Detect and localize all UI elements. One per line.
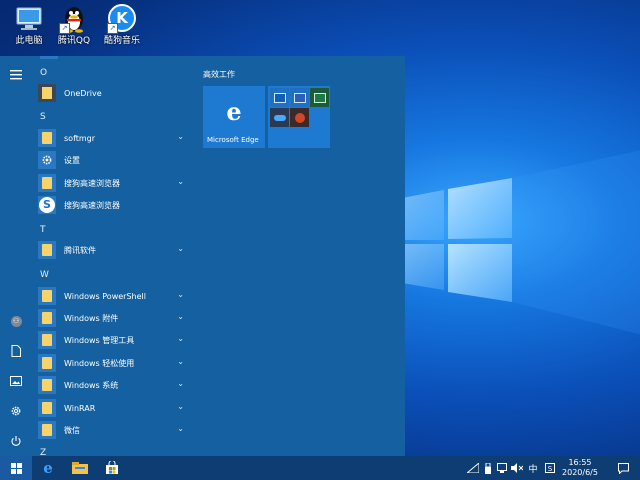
file-explorer-icon[interactable] (64, 456, 96, 480)
folder-icon (38, 399, 56, 417)
desktop-icon-kugou[interactable]: K ↗ 酷狗音乐 (93, 4, 151, 47)
notification-center-icon[interactable] (612, 456, 634, 480)
app-item-sogou-browser[interactable]: S 搜狗高速浏览器 (38, 195, 194, 215)
folder-icon (38, 354, 56, 372)
app-item-sogou-folder[interactable]: 搜狗高速浏览器 ⌄ (38, 173, 194, 193)
app-item-onedrive[interactable]: OneDrive (38, 83, 194, 103)
kugou-music-icon: K ↗ (106, 4, 138, 34)
app-item-windows-ease-of-access[interactable]: Windows 轻松使用 ⌄ (38, 353, 194, 373)
app-item-label: 搜狗高速浏览器 (64, 200, 120, 210)
app-item-windows-admin-tools[interactable]: Windows 管理工具 ⌄ (38, 330, 194, 350)
ime-indicator[interactable]: 中 (526, 456, 540, 480)
app-item-label: WinRAR (64, 403, 96, 413)
app-item-softmgr[interactable]: softmgr ⌄ (38, 128, 194, 148)
outlook-icon (270, 88, 289, 107)
app-item-label: 设置 (64, 155, 80, 165)
clock-date: 2020/6/5 (562, 468, 598, 477)
onedrive-icon (38, 84, 56, 102)
powerpoint-icon (290, 108, 309, 127)
settings-gear-icon[interactable] (0, 396, 32, 426)
sogou-browser-icon: S (38, 196, 56, 214)
windows-start-icon[interactable] (0, 456, 32, 480)
folder-icon (38, 174, 56, 192)
app-item-settings[interactable]: 设置 (38, 150, 194, 170)
chevron-down-icon: ⌄ (177, 290, 184, 299)
scrolled-item-edge (40, 56, 58, 59)
computer-icon (13, 4, 45, 34)
windows-wallpaper-logo (402, 150, 640, 335)
app-item-tencent-software[interactable]: 腾讯软件 ⌄ (38, 240, 194, 260)
display-icon[interactable] (496, 456, 508, 480)
app-item-powershell[interactable]: Windows PowerShell ⌄ (38, 286, 194, 306)
tiles-area: 高效工作 e Microsoft Edge (197, 56, 405, 456)
folder-icon (38, 421, 56, 439)
app-item-label: Windows 轻松使用 (64, 358, 135, 368)
documents-icon[interactable] (0, 336, 32, 366)
folder-icon (38, 287, 56, 305)
user-account-icon[interactable]: ⚇ (0, 306, 32, 336)
folder-icon (38, 376, 56, 394)
app-item-label: OneDrive (64, 88, 102, 98)
shortcut-arrow-icon: ↗ (107, 23, 118, 34)
chevron-down-icon: ⌄ (177, 357, 184, 366)
letter-header-t[interactable]: T (40, 225, 46, 235)
chevron-down-icon: ⌄ (177, 402, 184, 411)
app-item-windows-accessories[interactable]: Windows 附件 ⌄ (38, 308, 194, 328)
office-tile-folder[interactable] (268, 86, 330, 148)
app-item-label: 微信 (64, 425, 80, 435)
word-icon (290, 88, 309, 107)
chevron-down-icon: ⌄ (177, 132, 184, 141)
folder-icon (38, 309, 56, 327)
folder-icon (38, 241, 56, 259)
chevron-down-icon: ⌄ (177, 177, 184, 186)
app-item-label: Windows PowerShell (64, 291, 146, 301)
start-rail: ⚇ (0, 56, 32, 456)
network-icon[interactable] (466, 456, 480, 480)
edge-icon[interactable]: e (32, 456, 64, 480)
app-item-label: Windows 附件 (64, 313, 119, 323)
onedrive-icon (270, 108, 289, 127)
shortcut-arrow-icon: ↗ (59, 23, 70, 34)
edge-tile-label: Microsoft Edge (207, 136, 259, 144)
app-item-label: softmgr (64, 133, 96, 143)
app-item-label: 腾讯软件 (64, 245, 96, 255)
power-icon[interactable] (0, 426, 32, 456)
desktop-icon-label: 酷狗音乐 (103, 36, 140, 46)
edge-icon: e (226, 97, 242, 126)
letter-header-z[interactable]: Z (40, 448, 46, 456)
tile-group-title[interactable]: 高效工作 (203, 69, 235, 80)
settings-icon (38, 151, 56, 169)
chevron-down-icon: ⌄ (177, 424, 184, 433)
pictures-icon[interactable] (0, 366, 32, 396)
app-list[interactable]: O OneDrive S softmgr ⌄ 设置 搜狗高速浏览器 ⌄ S 搜狗 (32, 56, 197, 456)
letter-header-s[interactable]: S (40, 112, 46, 122)
folder-icon (38, 129, 56, 147)
clock-time: 16:55 (568, 458, 592, 467)
store-icon[interactable] (96, 456, 128, 480)
edge-tile[interactable]: e Microsoft Edge (203, 86, 265, 148)
app-item-wechat[interactable]: 微信 ⌄ (38, 420, 194, 440)
letter-header-o[interactable]: O (40, 68, 47, 78)
volume-muted-icon[interactable] (510, 456, 524, 480)
letter-header-w[interactable]: W (40, 270, 49, 280)
hamburger-menu-icon[interactable] (0, 60, 32, 90)
app-item-label: 搜狗高速浏览器 (64, 178, 120, 188)
chevron-down-icon: ⌄ (177, 244, 184, 253)
chevron-down-icon: ⌄ (177, 379, 184, 388)
chevron-down-icon: ⌄ (177, 334, 184, 343)
chevron-down-icon: ⌄ (177, 312, 184, 321)
start-menu: ⚇ O OneDrive S softmgr ⌄ 设置 搜狗高速浏览器 ⌄ S … (0, 56, 405, 456)
taskbar: e 中 S 16:55 2020/6/5 (0, 456, 640, 480)
qq-penguin-icon: ↗ (58, 4, 90, 34)
app-item-label: Windows 管理工具 (64, 335, 135, 345)
folder-icon (38, 331, 56, 349)
app-item-label: Windows 系统 (64, 380, 119, 390)
taskbar-clock[interactable]: 16:55 2020/6/5 (552, 458, 608, 478)
app-item-windows-system[interactable]: Windows 系统 ⌄ (38, 375, 194, 395)
excel-icon (310, 88, 329, 107)
app-item-winrar[interactable]: WinRAR ⌄ (38, 398, 194, 418)
usb-device-icon[interactable] (482, 456, 494, 480)
